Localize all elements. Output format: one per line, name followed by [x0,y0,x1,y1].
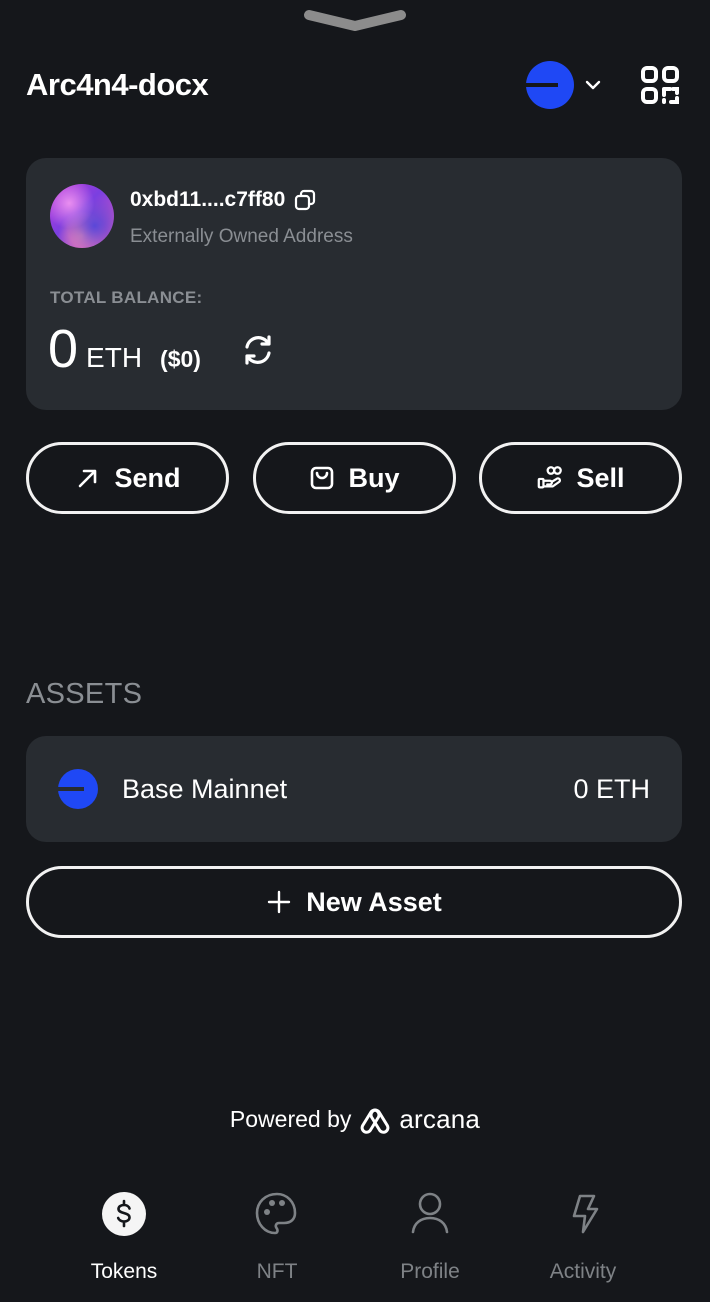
address-type: Externally Owned Address [130,226,353,247]
balance-amount: 0 [48,319,79,379]
account-card: 0xbd11....c7ff80 Externally Owned Addres… [26,158,682,410]
balance-fiat: ($0) [160,346,201,372]
arcana-logo-icon [361,1108,390,1134]
nav-label-profile: Profile [400,1260,460,1283]
address-row: 0xbd11....c7ff80 [130,188,317,212]
wallet-page: Arc4n4-docx 0xbd11....c7ff80 Externally … [0,0,710,1302]
shopping-bag-icon [311,466,334,490]
dollar-circle-icon [102,1192,146,1236]
nav-label-activity: Activity [549,1260,617,1283]
wallet-address: 0xbd11....c7ff80 [130,188,286,211]
app-title: Arc4n4-docx [26,67,209,102]
balance-row: 0 ETH ($0) [48,322,201,376]
nav-label-tokens: Tokens [90,1260,158,1283]
header: Arc4n4-docx [26,60,680,110]
new-asset-button[interactable]: New Asset [26,866,682,938]
chain-selector[interactable] [526,61,602,109]
plus-icon [268,890,291,914]
sell-button[interactable]: Sell [479,442,682,514]
bottom-nav: Tokens NFT Profile Activity [0,1190,710,1300]
qr-scan-icon[interactable] [640,65,680,105]
nav-tab-activity[interactable]: Activity [523,1190,643,1284]
buy-button[interactable]: Buy [252,442,456,514]
balance-unit: ETH [86,342,143,373]
collapse-handle-icon[interactable] [303,8,407,34]
powered-by: Powered by arcana [0,1104,710,1135]
arrow-up-right-icon [79,469,97,488]
avatar [50,184,114,248]
buy-label: Buy [348,462,400,493]
new-asset-label: New Asset [306,886,442,917]
refresh-icon[interactable] [240,332,276,368]
base-network-icon [526,61,574,109]
sell-label: Sell [576,462,625,493]
asset-value: 0 ETH [573,773,650,804]
nav-tab-tokens[interactable]: Tokens [64,1190,184,1284]
lightning-icon [572,1194,599,1234]
chevron-down-icon [585,80,601,90]
base-network-icon [58,769,98,809]
action-buttons: Send Buy Sell [26,442,682,514]
assets-heading: ASSETS [26,678,143,710]
brand-name: arcana [399,1104,481,1134]
nav-tab-nft[interactable]: NFT [217,1190,337,1284]
palette-icon [255,1192,297,1235]
send-button[interactable]: Send [26,442,229,514]
send-label: Send [114,462,181,493]
asset-row[interactable]: Base Mainnet 0 ETH [26,736,682,842]
copy-icon[interactable] [293,188,317,212]
nav-label-nft: NFT [256,1260,298,1283]
nav-tab-profile[interactable]: Profile [370,1190,490,1284]
balance-label: TOTAL BALANCE: [50,288,203,307]
asset-name: Base Mainnet [122,773,288,804]
user-icon [411,1192,449,1234]
powered-by-text: Powered by [229,1106,352,1132]
hand-coins-icon [538,466,563,489]
